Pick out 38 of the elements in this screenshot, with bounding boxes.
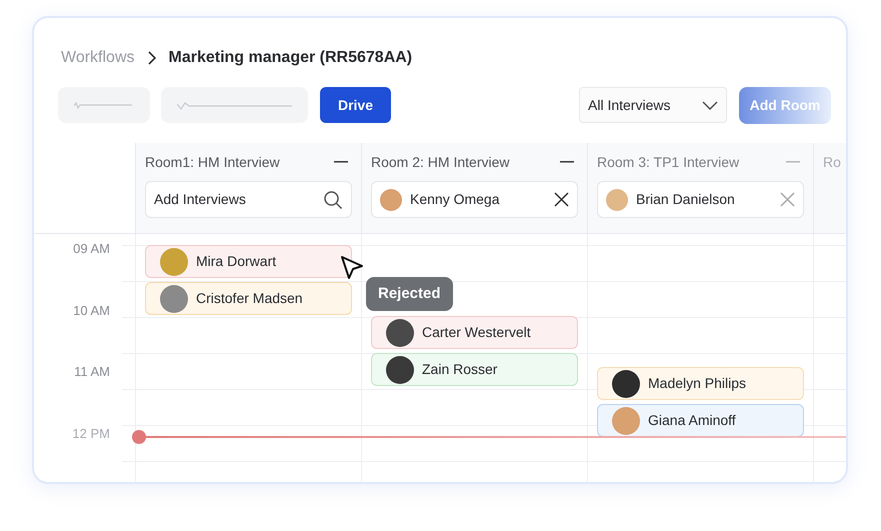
wave-line-icon: [177, 100, 292, 110]
avatar-placeholder: [380, 188, 402, 210]
avatar-placeholder: [160, 248, 188, 276]
page-title: Marketing manager (RR5678AA): [168, 48, 412, 68]
close-icon[interactable]: [554, 192, 569, 207]
interview-card[interactable]: Zain Rosser: [371, 353, 578, 386]
chevron-right-icon: [146, 50, 156, 66]
avatar-placeholder: [606, 188, 628, 210]
search-icon: [323, 190, 343, 210]
interview-card[interactable]: Giana Aminoff: [597, 404, 804, 437]
drive-button[interactable]: Drive: [320, 87, 391, 123]
interview-card[interactable]: Madelyn Philips: [597, 367, 804, 400]
room-title: Room 3: TP1 Interview: [597, 152, 740, 172]
time-label: 10 AM: [73, 302, 110, 318]
filter-dropdown[interactable]: All Interviews: [579, 87, 727, 123]
interview-card[interactable]: Carter Westervelt: [371, 316, 578, 349]
interviewer-field[interactable]: Kenny Omega: [371, 181, 578, 218]
avatar-placeholder: [386, 356, 414, 384]
interviewer-name: Kenny Omega: [410, 190, 500, 209]
room-title: Room1: HM Interview: [145, 152, 280, 172]
interviewer-field[interactable]: Brian Danielson: [597, 181, 804, 218]
room-title: Room 2: HM Interview: [371, 152, 510, 172]
time-label: 11 AM: [74, 364, 110, 379]
avatar-placeholder: [612, 370, 640, 398]
avatar-placeholder: [612, 406, 640, 434]
wave-line-icon: [74, 101, 132, 109]
interviewer-name: Brian Danielson: [636, 190, 735, 209]
cursor-icon: [340, 255, 364, 281]
time-label: 09 AM: [73, 241, 110, 256]
search-field[interactable]: Add Interviews: [145, 181, 352, 218]
room-title: Ro: [823, 152, 841, 172]
interview-card[interactable]: Mira Dorwart: [145, 245, 352, 278]
avatar-placeholder: [386, 318, 414, 346]
time-label: 12 PM: [72, 426, 110, 440]
tooltip: Rejected: [366, 277, 453, 311]
avatar-placeholder: [160, 284, 188, 312]
interview-card[interactable]: Cristofer Madsen: [145, 282, 352, 315]
chevron-down-icon: [702, 100, 718, 110]
